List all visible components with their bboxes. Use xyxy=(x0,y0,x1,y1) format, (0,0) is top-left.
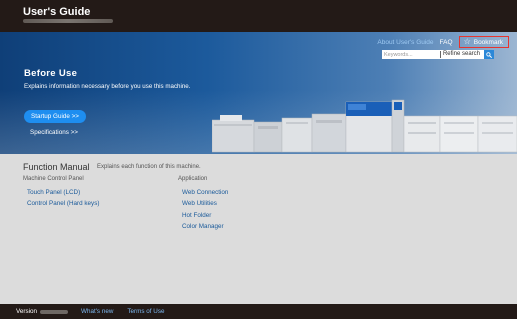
startup-guide-button[interactable]: Startup Guide >> xyxy=(24,110,86,123)
faq-link[interactable]: FAQ xyxy=(440,39,453,46)
function-manual-subtitle: Explains each function of this machine. xyxy=(97,164,201,170)
function-manual-title: Function Manual xyxy=(23,162,90,172)
model-name-redacted xyxy=(23,19,113,23)
search-input[interactable] xyxy=(381,50,440,59)
hot-folder-link[interactable]: Hot Folder xyxy=(182,210,228,221)
search-button[interactable] xyxy=(484,50,494,59)
whats-new-link[interactable]: What's new xyxy=(81,308,113,315)
application-column: Application Web Connection Web Utilities… xyxy=(178,176,228,232)
bookmark-button[interactable]: ☆ Bookmark xyxy=(458,36,509,48)
control-panel-link[interactable]: Control Panel (Hard keys) xyxy=(27,198,99,209)
terms-of-use-link[interactable]: Terms of Use xyxy=(127,308,164,315)
version-label: Version xyxy=(16,308,38,315)
web-connection-link[interactable]: Web Connection xyxy=(182,187,228,198)
refine-search-link[interactable]: Refine search xyxy=(439,51,484,58)
specifications-link[interactable]: Specifications >> xyxy=(30,129,78,136)
application-heading: Application xyxy=(178,176,208,182)
search-icon xyxy=(486,51,492,58)
printer-illustration xyxy=(212,99,517,153)
header-links: About User's Guide FAQ ☆ Bookmark xyxy=(377,36,509,48)
hero-description: Explains information necessary before yo… xyxy=(24,83,191,90)
version-number-redacted xyxy=(40,309,69,314)
hero-banner: About User's Guide FAQ ☆ Bookmark Refine… xyxy=(0,32,517,154)
footer-bar: Version What's new Terms of Use xyxy=(0,304,517,319)
machine-control-heading: Machine Control Panel xyxy=(23,176,84,182)
color-manager-link[interactable]: Color Manager xyxy=(182,221,228,232)
machine-control-column: Machine Control Panel Touch Panel (LCD) … xyxy=(23,176,99,210)
web-utilities-link[interactable]: Web Utilities xyxy=(182,198,228,209)
search-bar: Refine search xyxy=(381,50,494,59)
app-title: User's Guide xyxy=(23,6,91,18)
star-icon: ☆ xyxy=(463,37,471,46)
bookmark-label: Bookmark xyxy=(473,38,503,46)
touch-panel-link[interactable]: Touch Panel (LCD) xyxy=(27,187,99,198)
hero-title: Before Use xyxy=(24,68,78,79)
about-link[interactable]: About User's Guide xyxy=(377,39,433,46)
function-manual-section: Function Manual Explains each function o… xyxy=(0,154,517,304)
top-bar: User's Guide xyxy=(0,0,517,32)
